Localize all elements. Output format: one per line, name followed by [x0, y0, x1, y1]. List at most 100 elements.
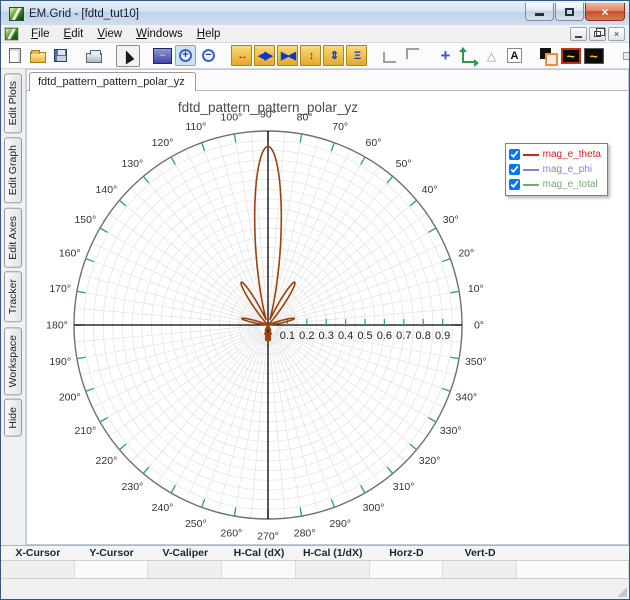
corner-lower-icon[interactable] [379, 45, 400, 66]
document-tab[interactable]: fdtd_pattern_pattern_polar_yz [29, 72, 196, 91]
side-tab-strip: Edit Plots Edit Graph Edit Axes Tracker Work… [1, 69, 26, 545]
text-annotation-icon[interactable]: A [504, 45, 525, 66]
cursor-col-header: X-Cursor [15, 547, 61, 559]
select-cursor-icon[interactable] [116, 44, 140, 67]
cursor-values-row [1, 561, 629, 578]
menu-edit[interactable]: Edit [57, 27, 91, 41]
cursor-col-header: H-Cal (1/dX) [302, 547, 363, 559]
toolbar: ~+−↔◀▶▶◀↕⇕Ξ+△A~~↕↔Layout [1, 43, 629, 69]
add-marker-icon[interactable]: + [435, 45, 456, 66]
angle-tick [233, 133, 237, 143]
angle-tick [200, 142, 206, 152]
angle-label: 130° [122, 158, 144, 170]
legend-entry: mag_e_phi [508, 162, 601, 177]
print-icon[interactable] [83, 45, 104, 66]
angle-label: 40° [422, 184, 438, 196]
grid-spoke [74, 325, 259, 343]
angle-tick [85, 387, 95, 393]
angle-label: 310° [393, 481, 415, 493]
legend-line-sample [522, 153, 539, 156]
sidebar-tab-edit-plots[interactable]: Edit Plots [4, 73, 22, 134]
angle-tick [386, 466, 394, 475]
plot-style2-icon[interactable]: ~ [583, 45, 604, 66]
axes-icon[interactable] [458, 45, 479, 67]
grid-spoke [273, 332, 380, 485]
sidebar-tab-edit-graph[interactable]: Edit Graph [4, 137, 22, 204]
angle-label: 220° [96, 455, 118, 467]
cursor-value-cell [443, 561, 517, 578]
save-icon[interactable] [50, 45, 71, 66]
layers-icon[interactable] [537, 45, 558, 66]
shrink-vertical-icon[interactable]: Ξ [346, 45, 367, 66]
corner-upper-icon[interactable] [402, 45, 423, 66]
menu-view[interactable]: View [90, 27, 129, 41]
legend-label: mag_e_phi [542, 164, 593, 175]
grid-spoke [92, 242, 260, 322]
radial-tick-label: 0.8 [416, 330, 431, 342]
distribute-vertical-icon[interactable]: ↕ [616, 45, 629, 66]
angle-tick [142, 466, 150, 475]
zoom-in-icon[interactable]: + [175, 45, 196, 66]
legend-checkbox-mag_e_theta[interactable] [508, 149, 520, 160]
app-window: EM.Grid - [fdtd_tut10] × File Edit View Win… [0, 0, 630, 600]
cursor-col-header: V-Caliper [162, 547, 209, 559]
main-area: Edit Plots Edit Graph Edit Axes Tracker Work… [1, 69, 629, 545]
angle-tick [441, 257, 451, 263]
radial-tick-label: 0.3 [319, 330, 334, 342]
zoom-out-icon[interactable]: − [198, 45, 219, 66]
angle-label: 50° [396, 158, 412, 170]
sidebar-tab-hide[interactable]: Hide [4, 398, 22, 437]
expand-vertical-icon[interactable]: ↕ [300, 45, 321, 66]
menu-help[interactable]: Help [190, 27, 228, 41]
angle-label: 30° [443, 214, 459, 226]
mdi-close-button[interactable]: × [608, 26, 625, 41]
sidebar-tab-workspace[interactable]: Workspace [4, 326, 22, 395]
shrink-horizontal-icon[interactable]: ▶◀ [277, 45, 298, 66]
angle-label: 340° [455, 392, 477, 404]
new-file-icon[interactable] [4, 45, 25, 66]
cursor-value-cell [1, 561, 75, 578]
legend-checkbox-mag_e_phi[interactable] [508, 164, 520, 175]
grid-spoke [271, 149, 351, 317]
open-file-icon[interactable] [27, 45, 48, 66]
grid-spoke [268, 334, 286, 519]
expand-horizontal-icon[interactable]: ↔ [231, 45, 252, 66]
mdi-minimize-button[interactable] [570, 26, 587, 41]
grid-spoke [108, 213, 261, 320]
triangle-marker-icon[interactable]: △ [481, 45, 502, 66]
angle-tick [360, 485, 366, 494]
menu-items: File Edit View Windows Help [24, 27, 227, 41]
app-logo-icon [9, 7, 24, 21]
legend-checkbox-mag_e_total[interactable] [508, 179, 520, 190]
cursor-col-header: Y-Cursor [89, 547, 134, 559]
maximize-button[interactable] [555, 3, 584, 21]
stretch-vertical-icon[interactable]: ⇕ [323, 45, 344, 66]
angle-tick [330, 142, 336, 152]
angle-label: 140° [96, 184, 118, 196]
sidebar-tab-edit-axes[interactable]: Edit Axes [4, 207, 22, 268]
chart-area: 0.1 0.2 0.3 0.4 0.5 0.6 0.7 0.8 0.9 0° 10° 20° 30° 40… [27, 91, 628, 544]
stretch-horizontal-icon[interactable]: ◀▶ [254, 45, 275, 66]
grid-spoke [74, 307, 259, 325]
angle-label: 240° [152, 502, 174, 514]
grid-spoke [275, 330, 428, 437]
angle-label: 20° [458, 247, 474, 259]
status-bar [1, 578, 629, 599]
resize-grip[interactable] [617, 587, 627, 597]
angle-tick [360, 156, 366, 165]
mdi-restore-button[interactable] [589, 26, 606, 41]
angle-tick [99, 417, 108, 423]
zoom-window-icon[interactable]: ~ [152, 45, 173, 66]
legend-label: mag_e_theta [542, 149, 601, 160]
close-button[interactable]: × [585, 3, 625, 21]
angle-label: 290° [329, 518, 351, 530]
sidebar-tab-tracker[interactable]: Tracker [4, 271, 22, 323]
legend-entry: mag_e_total [508, 177, 601, 192]
menu-file[interactable]: File [24, 27, 57, 41]
menu-windows[interactable]: Windows [129, 27, 190, 41]
minimize-button[interactable] [525, 3, 554, 21]
angle-label: 230° [122, 481, 144, 493]
angle-label: 320° [419, 455, 441, 467]
plot-style-icon[interactable]: ~ [560, 45, 581, 66]
title-bar[interactable]: EM.Grid - [fdtd_tut10] × [1, 1, 629, 25]
